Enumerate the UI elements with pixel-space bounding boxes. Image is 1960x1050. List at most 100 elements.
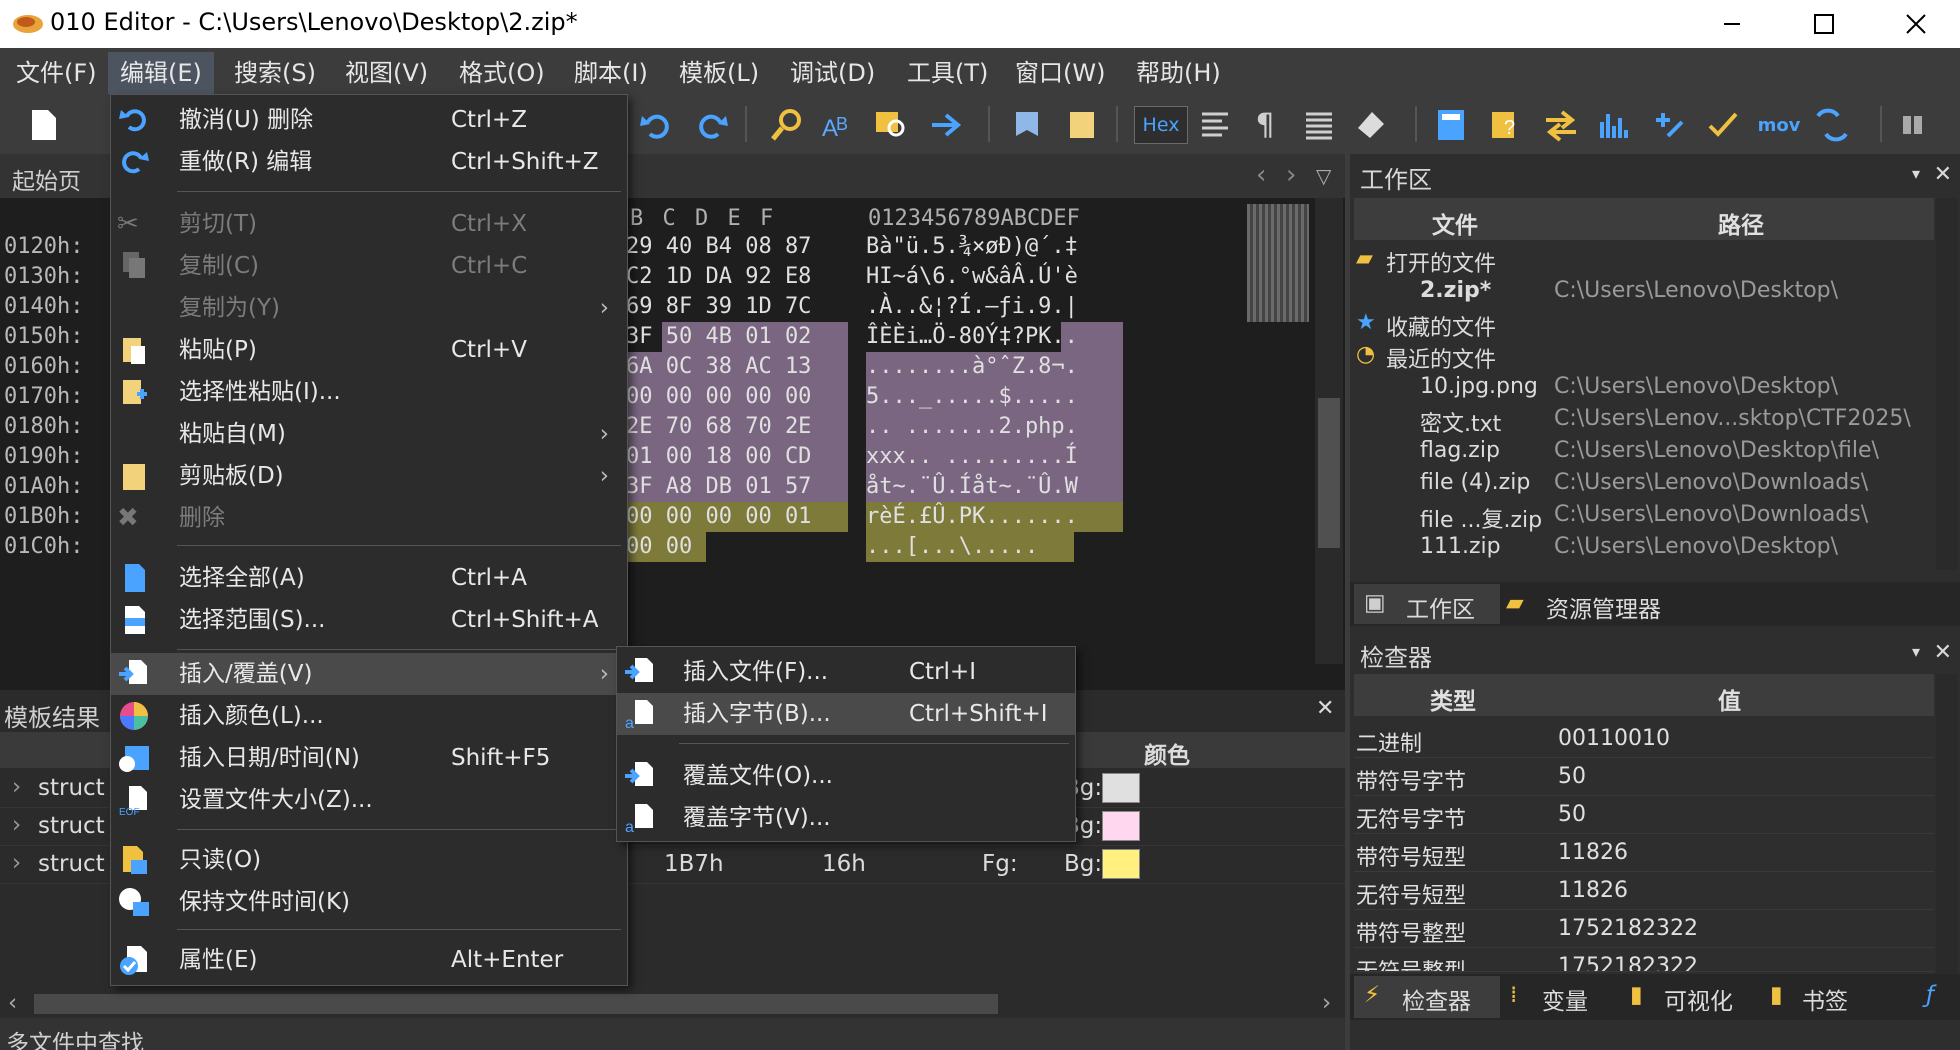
- list-item[interactable]: 10.jpg.png C:\Users\Lenovo\Desktop\: [1354, 374, 1934, 406]
- goto-icon[interactable]: [928, 106, 966, 144]
- panel-menu-icon[interactable]: ▾: [1912, 164, 1920, 183]
- undo-icon[interactable]: [638, 106, 676, 144]
- hex-row[interactable]: 00 00 00 00 01: [626, 502, 848, 532]
- list-item[interactable]: 2.zip* C:\Users\Lenovo\Desktop\: [1354, 278, 1934, 310]
- hex-row[interactable]: 2E 70 68 70 2E: [626, 412, 848, 442]
- ascii-row[interactable]: .À..&¦?Í.–ƒi.9.|: [866, 292, 1123, 322]
- menu-item-paste-from[interactable]: 粘贴自(M) ›: [111, 413, 627, 455]
- histogram-icon[interactable]: [1596, 106, 1634, 144]
- menu-item-copy-as[interactable]: 复制为(Y) ›: [111, 287, 627, 329]
- expand-icon[interactable]: ›: [12, 774, 21, 800]
- text-view-icon[interactable]: [1300, 106, 1338, 144]
- hex-row[interactable]: 69 8F 39 1D 7C: [626, 292, 848, 322]
- tab-explorer[interactable]: 资源管理器: [1546, 590, 1661, 624]
- list-item[interactable]: file ...复.zip C:\Users\Lenovo\Downloads\: [1354, 502, 1934, 534]
- table-row[interactable]: 带符号短型 11826: [1354, 834, 1934, 872]
- menu-item-select-range[interactable]: 选择范围(S)... Ctrl+Shift+A: [111, 599, 627, 641]
- list-item[interactable]: 111.zip C:\Users\Lenovo\Desktop\: [1354, 534, 1934, 566]
- submenu-item-insert-bytes[interactable]: a 插入字节(B)... Ctrl+Shift+I: [617, 693, 1075, 735]
- redo-icon[interactable]: [692, 106, 730, 144]
- tree-group-recent[interactable]: ◔ 最近的文件: [1354, 342, 1934, 374]
- menu-item-select-all[interactable]: 选择全部(A) Ctrl+A: [111, 557, 627, 599]
- close-button[interactable]: [1870, 0, 1960, 48]
- menu-item-keep-file-time[interactable]: 保持文件时间(K): [111, 881, 627, 923]
- menu-item-redo[interactable]: 重做(R) 编辑 Ctrl+Shift+Z: [111, 141, 627, 183]
- menu-window[interactable]: 窗口(W): [1003, 52, 1117, 94]
- menu-file[interactable]: 文件(F): [4, 52, 109, 94]
- template-icon[interactable]: [1064, 106, 1102, 144]
- hex-row[interactable]: 00 00: [626, 532, 706, 562]
- list-item[interactable]: flag.zip C:\Users\Lenovo\Desktop\file\: [1354, 438, 1934, 470]
- compare-icon[interactable]: [1542, 106, 1580, 144]
- menu-item-read-only[interactable]: 只读(O): [111, 839, 627, 881]
- ascii-row[interactable]: ........à°ˆZ.8¬.: [866, 352, 1123, 382]
- table-row[interactable]: 无符号短型 11826: [1354, 872, 1934, 910]
- bookmark-icon[interactable]: [1010, 106, 1048, 144]
- submenu-item-insert-file[interactable]: 插入文件(F)... Ctrl+I: [617, 651, 1075, 693]
- tab-bookmarks[interactable]: 书签: [1802, 982, 1848, 1016]
- table-row[interactable]: 带符号字节 50: [1354, 758, 1934, 796]
- checksum-icon[interactable]: ?: [1488, 106, 1526, 144]
- ascii-row[interactable]: 5..._.....$.....: [866, 382, 1123, 412]
- menu-item-undo[interactable]: 撤消(U) 删除 Ctrl+Z: [111, 99, 627, 141]
- menu-item-copy[interactable]: 复制(C) Ctrl+C: [111, 245, 627, 287]
- submenu-item-overwrite-file[interactable]: 覆盖文件(O)...: [617, 755, 1075, 797]
- tree-group-open[interactable]: ▰ 打开的文件: [1354, 246, 1934, 278]
- new-file-icon[interactable]: [24, 106, 62, 144]
- hex-row[interactable]: C2 1D DA 92 E8: [626, 262, 848, 292]
- start-page-tab[interactable]: 起始页: [12, 162, 81, 196]
- menu-help[interactable]: 帮助(H): [1124, 52, 1233, 94]
- menu-tools[interactable]: 工具(T): [895, 52, 1000, 94]
- menu-search[interactable]: 搜索(S): [222, 52, 328, 94]
- hex-mode-button[interactable]: Hex: [1134, 106, 1188, 144]
- menu-item-properties[interactable]: 属性(E) Alt+Enter: [111, 939, 627, 981]
- ascii-row[interactable]: ÎÈÈi…Ö-80Ý‡?PK..: [866, 322, 1123, 352]
- menu-item-insert-datetime[interactable]: 插入日期/时间(N) Shift+F5: [111, 737, 627, 779]
- scroll-left-icon[interactable]: ‹: [8, 990, 17, 1016]
- find-icon[interactable]: [768, 106, 806, 144]
- menu-template[interactable]: 模板(L): [667, 52, 771, 94]
- expand-icon[interactable]: ›: [12, 850, 21, 876]
- menu-item-delete[interactable]: ✖ 删除: [111, 497, 627, 539]
- list-item[interactable]: 密文.txt C:\Users\Lenov...sktop\CTF2025\: [1354, 406, 1934, 438]
- hex-row[interactable]: 29 40 B4 08 87: [626, 232, 848, 262]
- submenu-item-overwrite-bytes[interactable]: a 覆盖字节(V)...: [617, 797, 1075, 839]
- scroll-right-icon[interactable]: ›: [1322, 990, 1331, 1016]
- tab-variables[interactable]: 变量: [1542, 982, 1588, 1016]
- menu-debug[interactable]: 调试(D): [778, 52, 887, 94]
- operations-icon[interactable]: [1650, 106, 1688, 144]
- inspector-scrollbar[interactable]: [1936, 674, 1958, 974]
- menu-format[interactable]: 格式(O): [447, 52, 557, 94]
- ascii-row[interactable]: HI~á\6.°w&âÂ.Ú'è: [866, 262, 1123, 292]
- menu-item-insert-color[interactable]: 插入颜色(L)...: [111, 695, 627, 737]
- tree-group-favorites[interactable]: ★ 收藏的文件: [1354, 310, 1934, 342]
- menu-item-clipboard[interactable]: 剪贴板(D) ›: [111, 455, 627, 497]
- maximize-button[interactable]: [1778, 0, 1870, 48]
- panel-toggle-icon[interactable]: [1894, 106, 1932, 144]
- close-icon[interactable]: ✕: [1934, 640, 1952, 665]
- tab-scroll-right-icon[interactable]: ›: [1286, 160, 1296, 190]
- calculator-icon[interactable]: [1432, 106, 1470, 144]
- table-row[interactable]: 带符号整型 1752182322: [1354, 910, 1934, 948]
- find-in-files-icon[interactable]: [872, 106, 910, 144]
- list-item[interactable]: file (4).zip C:\Users\Lenovo\Downloads\: [1354, 470, 1934, 502]
- menu-item-set-file-size[interactable]: EOF 设置文件大小(Z)...: [111, 779, 627, 821]
- paragraph-icon[interactable]: ¶: [1246, 106, 1284, 144]
- menu-script[interactable]: 脚本(I): [562, 52, 660, 94]
- ascii-row[interactable]: xxx.. .........Í: [866, 442, 1123, 472]
- hex-row[interactable]: 00 00 00 00 00: [626, 382, 848, 412]
- menu-item-insert-overwrite[interactable]: 插入/覆盖(V) ›: [111, 653, 627, 695]
- menu-item-cut[interactable]: ✂ 剪切(T) Ctrl+X: [111, 203, 627, 245]
- replace-icon[interactable]: AB: [818, 106, 856, 144]
- minimize-button[interactable]: [1686, 0, 1778, 48]
- highlight-icon[interactable]: [1352, 106, 1390, 144]
- panel-menu-icon[interactable]: ▾: [1912, 642, 1920, 661]
- ascii-row[interactable]: rèÉ.£Û.PK.......: [866, 502, 1123, 532]
- close-icon[interactable]: ✕: [1316, 696, 1334, 721]
- hex-row[interactable]: 3F A8 DB 01 57: [626, 472, 848, 502]
- hex-row[interactable]: 3F 50 4B 01 02: [626, 322, 848, 352]
- table-row[interactable]: 二进制 00110010: [1354, 720, 1934, 758]
- ascii-row[interactable]: Bà"ü.5.¾×øÐ)@´.‡: [866, 232, 1123, 262]
- table-row[interactable]: 无符号字节 50: [1354, 796, 1934, 834]
- workspace-scrollbar[interactable]: [1936, 198, 1958, 570]
